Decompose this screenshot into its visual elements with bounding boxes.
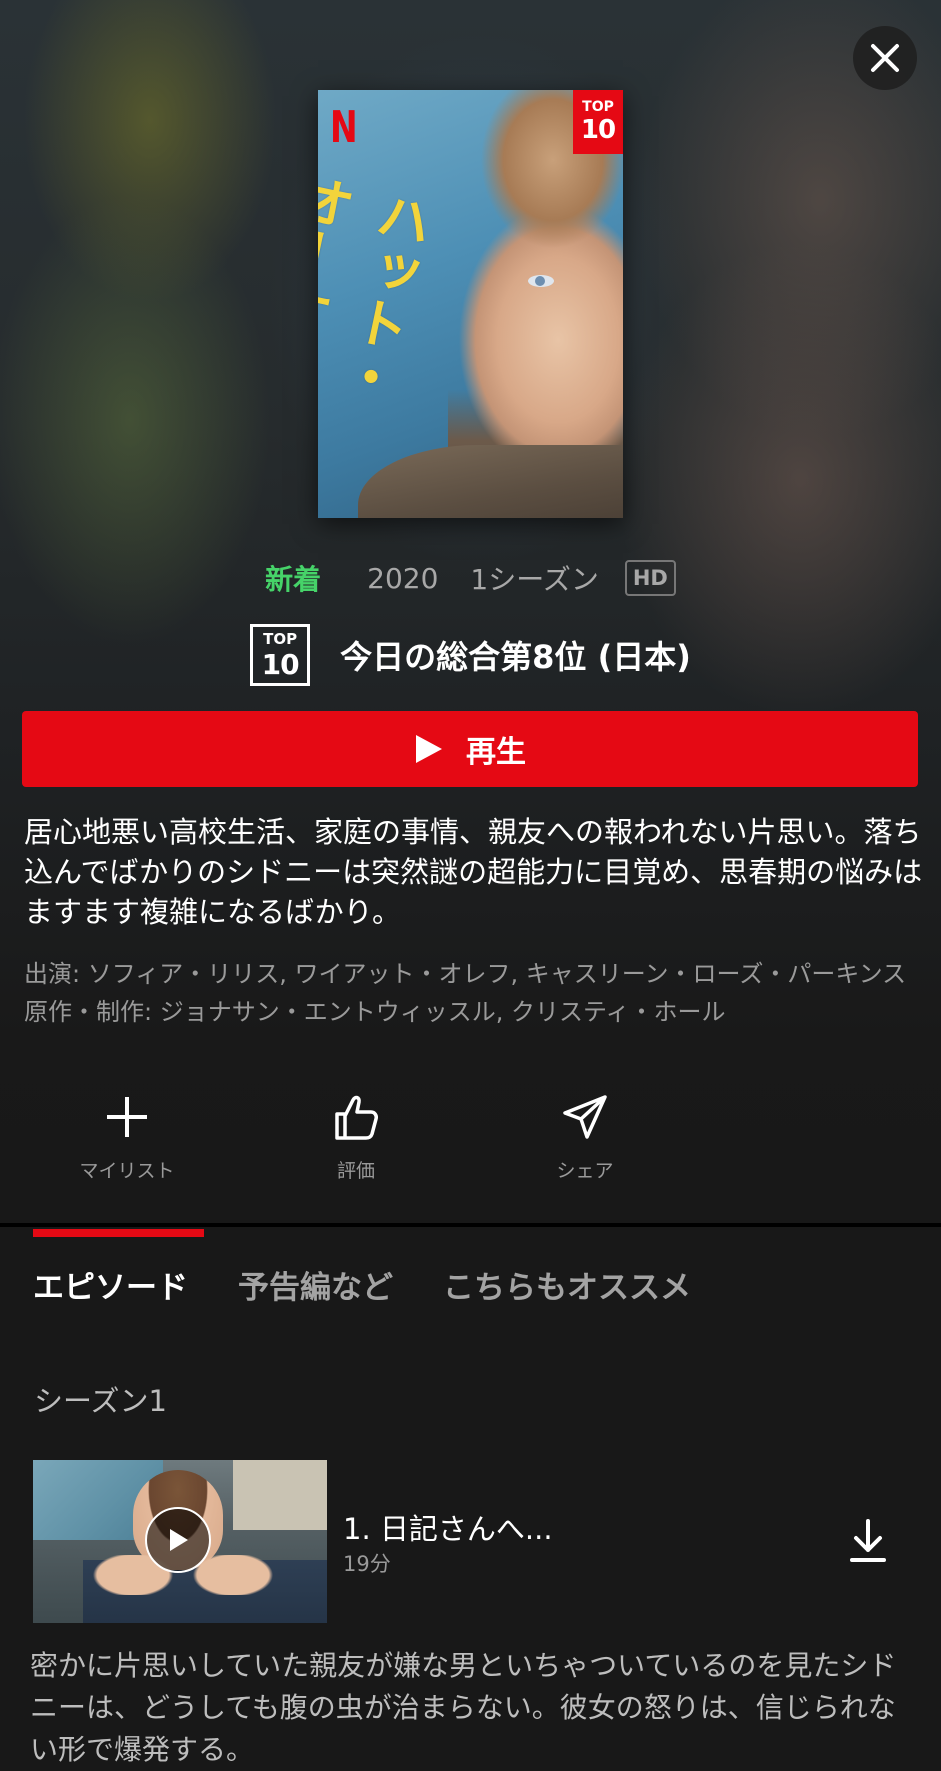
episode-synopsis: 密かに片思いしていた親友が嫌な男といちゃついているのを見たシドニーは、どうしても… bbox=[30, 1649, 897, 1766]
plus-icon bbox=[102, 1090, 152, 1144]
my-list-button[interactable]: マイリスト bbox=[27, 1090, 227, 1190]
tab-episodes[interactable]: エピソード bbox=[33, 1262, 188, 1306]
episode-row[interactable]: 1. 日記さんへ... 19分 bbox=[33, 1460, 913, 1623]
poster-eye bbox=[528, 275, 554, 287]
action-bar: マイリスト 評価 シェア bbox=[0, 1090, 941, 1200]
content-tabs: エピソード 予告編など こちらもオススメ bbox=[33, 1262, 691, 1306]
close-button[interactable] bbox=[853, 26, 917, 90]
poster-sweater bbox=[358, 445, 623, 518]
show-synopsis: 居心地悪い高校生活、家庭の事情、親友への報われない片思い。落ち込んでばかりのシド… bbox=[24, 815, 923, 929]
download-icon bbox=[850, 1519, 886, 1562]
play-button-label: 再生 bbox=[466, 735, 526, 770]
download-button[interactable] bbox=[845, 1516, 891, 1566]
new-badge: 新着 bbox=[265, 563, 322, 596]
thumbs-up-icon bbox=[331, 1090, 381, 1144]
episode-duration: 19分 bbox=[343, 1552, 391, 1576]
netflix-logo: N bbox=[330, 102, 358, 153]
rate-button[interactable]: 評価 bbox=[256, 1090, 456, 1190]
top10-icon-num: 10 bbox=[261, 647, 300, 681]
metadata-row: 新着 2020 1シーズン HD bbox=[0, 553, 941, 603]
release-year: 2020 bbox=[367, 561, 439, 595]
my-list-label: マイリスト bbox=[79, 1160, 175, 1182]
season-count: 1シーズン bbox=[470, 563, 599, 596]
credits: 出演: ソフィア・リリス, ワイアット・オレフ, キャスリーン・ローズ・パーキン… bbox=[24, 957, 924, 1029]
share-label: シェア bbox=[556, 1160, 614, 1182]
poster-top10-badge: TOP 10 bbox=[573, 90, 623, 154]
season-selector[interactable]: シーズン1 bbox=[34, 1378, 167, 1420]
share-icon bbox=[560, 1090, 610, 1144]
play-icon bbox=[416, 735, 442, 763]
ranking-text: 今日の総合第8位 (日本) bbox=[340, 638, 691, 676]
thumb-board bbox=[233, 1460, 327, 1530]
top10-icon-top: TOP bbox=[263, 629, 298, 648]
share-button[interactable]: シェア bbox=[485, 1090, 685, 1190]
close-icon bbox=[871, 44, 899, 72]
episode-title: 1. 日記さんへ... bbox=[343, 1512, 553, 1546]
hd-badge: HD bbox=[624, 560, 676, 596]
tab-trailers[interactable]: 予告編など bbox=[238, 1262, 393, 1306]
creator-credits: 原作・制作: ジョナサン・エントウィッスル, クリスティ・ホール bbox=[24, 998, 726, 1026]
top10-icon: TOP 10 bbox=[250, 624, 311, 686]
ranking-row: TOP 10 今日の総合第8位 (日本) bbox=[0, 620, 941, 690]
cast-credits: 出演: ソフィア・リリス, ワイアット・オレフ, キャスリーン・ローズ・パーキン… bbox=[24, 960, 907, 988]
poster-top10-badge-num: 10 bbox=[580, 115, 616, 145]
title-poster: N ハット・オーケー TOP 10 bbox=[318, 90, 623, 518]
tab-recommendations[interactable]: こちらもオススメ bbox=[443, 1262, 691, 1306]
play-button[interactable]: 再生 bbox=[22, 711, 918, 787]
section-divider bbox=[0, 1223, 941, 1227]
poster-top10-badge-top: TOP bbox=[582, 99, 614, 115]
active-tab-indicator bbox=[33, 1229, 204, 1237]
episode-thumbnail[interactable] bbox=[33, 1460, 327, 1623]
poster-title-art: ハット・オーケー bbox=[318, 167, 437, 409]
play-circle-icon[interactable] bbox=[145, 1507, 211, 1573]
rate-label: 評価 bbox=[336, 1160, 375, 1182]
